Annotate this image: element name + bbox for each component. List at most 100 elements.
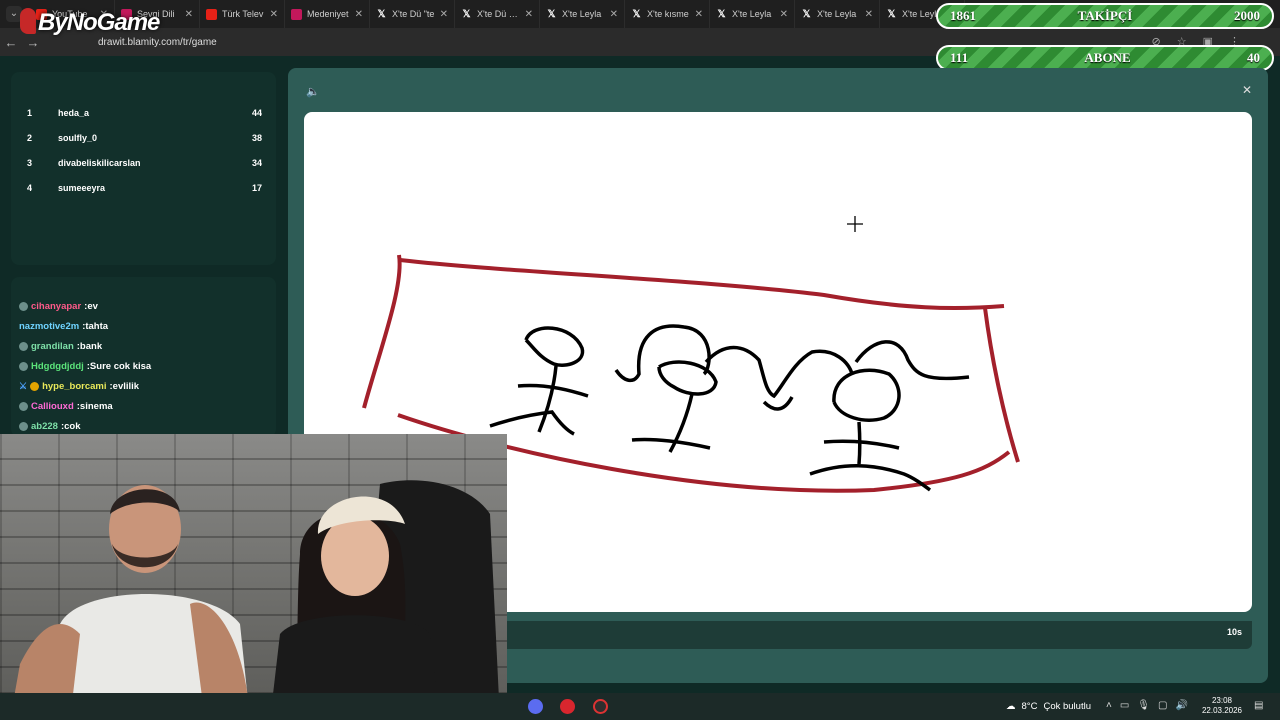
x-icon: 𝕏 — [887, 8, 896, 20]
red-icon — [291, 8, 302, 20]
followers-current: 1861 — [950, 8, 976, 23]
leaderboard-name: sumeeeyra — [58, 183, 106, 193]
x-icon: 𝕏 — [632, 8, 641, 20]
chat-message: Calliouxd:sinema — [19, 401, 113, 412]
chat-username[interactable]: nazmotive2m — [19, 321, 79, 332]
chat-username[interactable]: Calliouxd — [31, 401, 74, 412]
leaderboard-score: 38 — [251, 133, 262, 143]
tab-label: X'te Leyla — [732, 9, 772, 19]
drawing-frame-stroke — [362, 254, 402, 409]
chat-username[interactable]: cihanyapar — [31, 301, 81, 312]
timer-label: 10s — [1226, 627, 1242, 637]
chat-username[interactable]: grandilan — [31, 341, 74, 352]
drawing-figure-stroke — [614, 324, 711, 383]
obs-icon[interactable] — [593, 699, 608, 714]
volume-icon[interactable]: 🔊 — [1175, 700, 1187, 711]
tab-label: Türk Telev — [222, 9, 264, 19]
tab-close-icon[interactable]: ✕ — [270, 9, 278, 20]
drawing-figure-stroke — [524, 326, 585, 367]
subscribers-label: ABONE — [1084, 50, 1131, 65]
logo-text: ByNoGame — [38, 9, 160, 36]
leaderboard-name: soulfly_0 — [58, 133, 98, 143]
tab-close-icon[interactable]: ✕ — [185, 9, 193, 20]
tab-label: Medeniyet — [307, 9, 349, 19]
chevron-up-icon[interactable]: ˄ — [1106, 700, 1112, 711]
browser-tab[interactable]: 𝕏 X'te Dü "te ✕ — [370, 0, 455, 28]
opera-icon[interactable] — [560, 699, 575, 714]
chat-message: ab228:cok — [19, 421, 80, 432]
crosshair-cursor-icon — [847, 216, 863, 232]
tab-close-icon[interactable]: ✕ — [610, 9, 618, 20]
chat-username[interactable]: Hdgdgdjddj — [31, 361, 84, 372]
leaderboard: 1 heda_a 44 2 soulfly_0 38 3 divabeliskilicarsl… — [11, 72, 276, 265]
cloud-icon: ☁ — [1006, 701, 1016, 712]
subscribers-goal: 40 — [1247, 50, 1260, 65]
time: 23:08 — [1211, 696, 1233, 705]
tab-label: X'te Dü "te — [392, 9, 435, 19]
chat-text: :bank — [76, 341, 103, 352]
leaderboard-row: 1 heda_a 44 — [27, 108, 262, 118]
leaderboard-score: 34 — [251, 158, 262, 168]
chat-text: :tahta — [82, 321, 109, 332]
url-field[interactable]: drawit.blamity.com/tr/game — [98, 37, 217, 48]
chat-text: :sinema — [76, 401, 113, 412]
temperature: 8°C — [1021, 701, 1038, 712]
chat-text: :cok — [60, 421, 81, 432]
chat-message: grandilan:bank — [19, 341, 102, 352]
leaderboard-rank: 2 — [27, 133, 33, 143]
tab-close-icon[interactable]: ✕ — [525, 9, 533, 20]
viewer-badge-icon — [19, 302, 28, 311]
chat-panel: cihanyapar:ev nazmotive2m:tahta grandilan:… — [11, 277, 276, 437]
taskbar: ☁ 8°C Çok bulutlu ˄ ▭ 🎙 ▢ 🔊 23:08 22.03.… — [0, 693, 1280, 720]
drawing-figure-stroke — [832, 368, 901, 422]
viewer-badge-icon — [19, 342, 28, 351]
drawing-figure-stroke — [489, 410, 575, 436]
discord-icon[interactable] — [528, 699, 543, 714]
x-icon: 𝕏 — [377, 8, 386, 20]
chat-text: :Sure cok kisa — [86, 361, 152, 372]
followers-goal: 2000 — [1234, 8, 1260, 23]
browser-tab[interactable]: 𝕏 X'te Leyla ✕ — [795, 0, 880, 28]
leaderboard-row: 3 divabeliskilicarslan 34 — [27, 158, 262, 168]
leaderboard-score: 44 — [251, 108, 262, 118]
browser-tab[interactable]: 𝕏 X'te Dü "Sı ✕ — [455, 0, 540, 28]
tab-close-icon[interactable]: ✕ — [780, 9, 788, 20]
browser-tab[interactable]: 𝕏 X'te Leyla ✕ — [540, 0, 625, 28]
chat-username[interactable]: hype_borcami — [42, 381, 106, 392]
tab-label: X'te Dü "Sı — [477, 9, 520, 19]
drawing-figure-stroke — [537, 365, 558, 433]
followers-goal-bar: 1861 TAKİPÇİ 2000 — [936, 3, 1274, 29]
notifications-icon[interactable]: ▤ — [1254, 700, 1263, 711]
tab-close-icon[interactable]: ✕ — [695, 9, 703, 20]
display-icon[interactable]: ▢ — [1158, 700, 1167, 711]
tab-close-icon[interactable]: ✕ — [865, 9, 873, 20]
youtube-icon — [206, 8, 217, 20]
system-tray: ˄ ▭ 🎙 ▢ 🔊 — [1106, 700, 1188, 711]
network-icon[interactable]: ▭ — [1120, 700, 1129, 711]
microphone-icon[interactable]: 🎙 — [1137, 700, 1150, 711]
x-icon: 𝕏 — [717, 8, 726, 20]
logo-mark-icon — [20, 8, 36, 34]
browser-tab[interactable]: Türk Telev ✕ — [200, 0, 285, 28]
tab-label: X'te Leyla — [562, 9, 602, 19]
clock[interactable]: 23:08 22.03.2026 — [1198, 696, 1246, 716]
woman-face — [321, 516, 389, 596]
chat-message: nazmotive2m:tahta — [19, 321, 108, 332]
tab-close-icon[interactable]: ✕ — [440, 9, 448, 20]
chat-username[interactable]: ab228 — [31, 421, 58, 432]
tab-close-icon[interactable]: ✕ — [355, 9, 363, 20]
leaderboard-rank: 1 — [27, 108, 33, 118]
date: 22.03.2026 — [1201, 706, 1243, 715]
sword-badge-icon: ⚔ — [19, 381, 28, 391]
leaderboard-name: divabeliskilicarslan — [58, 158, 141, 168]
browser-tab[interactable]: 𝕏 X'te Leyla ✕ — [710, 0, 795, 28]
back-icon[interactable]: ← — [0, 35, 22, 50]
sound-icon[interactable]: 🔈 — [306, 85, 320, 98]
weather-widget[interactable]: ☁ 8°C Çok bulutlu — [1006, 701, 1091, 712]
sub-badge-icon — [30, 382, 40, 391]
browser-tab[interactable]: Medeniyet ✕ — [285, 0, 370, 28]
tab-label: X'te kısme — [647, 9, 689, 19]
close-icon[interactable]: ✕ — [1242, 83, 1252, 97]
subscribers-current: 111 — [950, 50, 969, 65]
browser-tab[interactable]: 𝕏 X'te kısme ✕ — [625, 0, 710, 28]
